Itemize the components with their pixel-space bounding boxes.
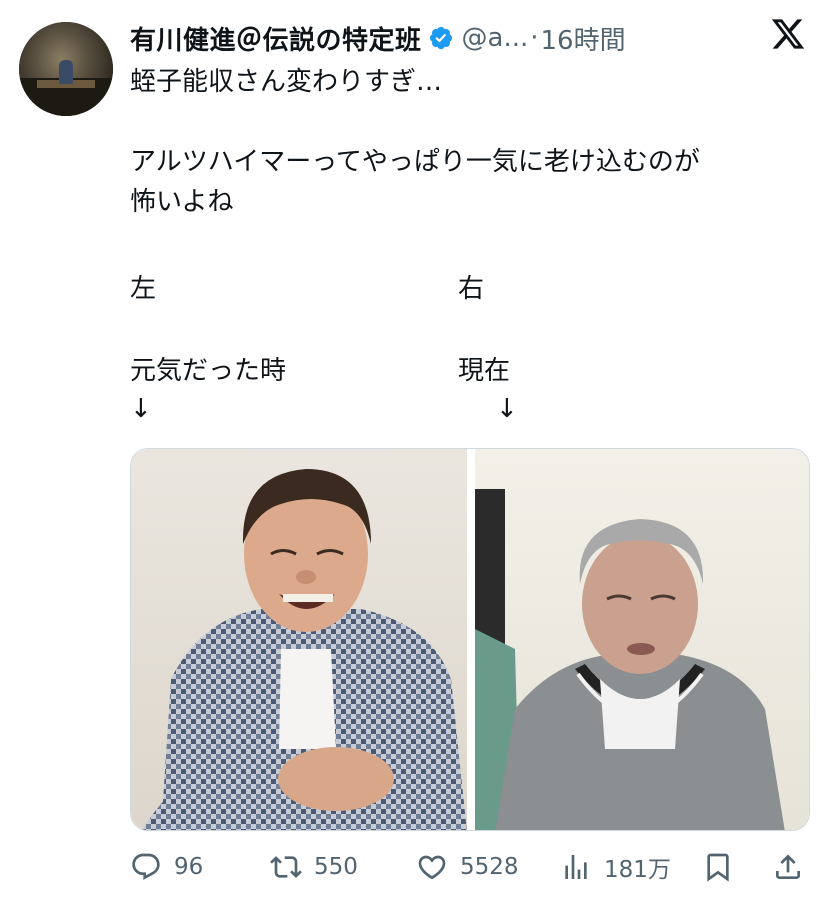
left-caption: 元気だった時: [130, 356, 287, 386]
avatar-figure: [59, 60, 73, 84]
action-bar: 96 550 5528 181万: [130, 845, 810, 889]
share-button[interactable]: [772, 845, 804, 889]
retweet-button[interactable]: 550: [270, 845, 358, 889]
photo-right[interactable]: [475, 449, 809, 830]
tweet-line: 蛭子能収さん変わりすぎ…: [130, 67, 443, 97]
retweet-icon: [270, 856, 302, 878]
share-icon: [776, 854, 800, 879]
tweet-text: 蛭子能収さん変わりすぎ… アルツハイマーってやっぱり一気に老け込むのが 怖いよね: [130, 62, 810, 222]
handle[interactable]: @a...: [462, 23, 529, 53]
verified-badge-icon[interactable]: [428, 25, 454, 51]
right-arrow: ↓: [496, 394, 518, 424]
reply-count: 96: [174, 854, 204, 880]
reply-icon: [132, 853, 160, 880]
photo-right-illustration: [475, 489, 785, 830]
analytics-icon: [565, 855, 587, 879]
photo-left[interactable]: [131, 449, 467, 830]
right-label: 右: [458, 274, 485, 304]
tweet-line: アルツハイマーってやっぱり一気に老け込むのが: [130, 147, 700, 177]
media-grid: [130, 448, 810, 831]
left-arrow: ↓: [130, 394, 152, 424]
tweet-header: 有川健進＠伝説の特定班 @a... · 16時間: [130, 16, 770, 60]
tweet-line: [130, 102, 810, 142]
avatar[interactable]: [19, 22, 113, 116]
separator: ·: [530, 23, 539, 53]
bookmark-icon: [707, 853, 729, 882]
tweet-line: 怖いよね: [130, 187, 234, 217]
like-count: 5528: [460, 854, 519, 880]
like-button[interactable]: 5528: [416, 845, 519, 889]
display-name[interactable]: 有川健進＠伝説の特定班: [130, 20, 422, 57]
timestamp[interactable]: 16時間: [541, 20, 626, 57]
x-logo-icon: [771, 19, 805, 49]
bookmark-button[interactable]: [702, 845, 734, 889]
reply-button[interactable]: 96: [130, 845, 203, 889]
left-label: 左: [130, 274, 157, 304]
photo-left-illustration: [142, 469, 467, 830]
views-count: 181万: [604, 857, 671, 883]
views-button[interactable]: 181万: [560, 845, 671, 889]
retweet-count: 550: [314, 854, 358, 880]
right-caption: 現在: [458, 356, 511, 386]
heart-icon: [418, 855, 446, 880]
